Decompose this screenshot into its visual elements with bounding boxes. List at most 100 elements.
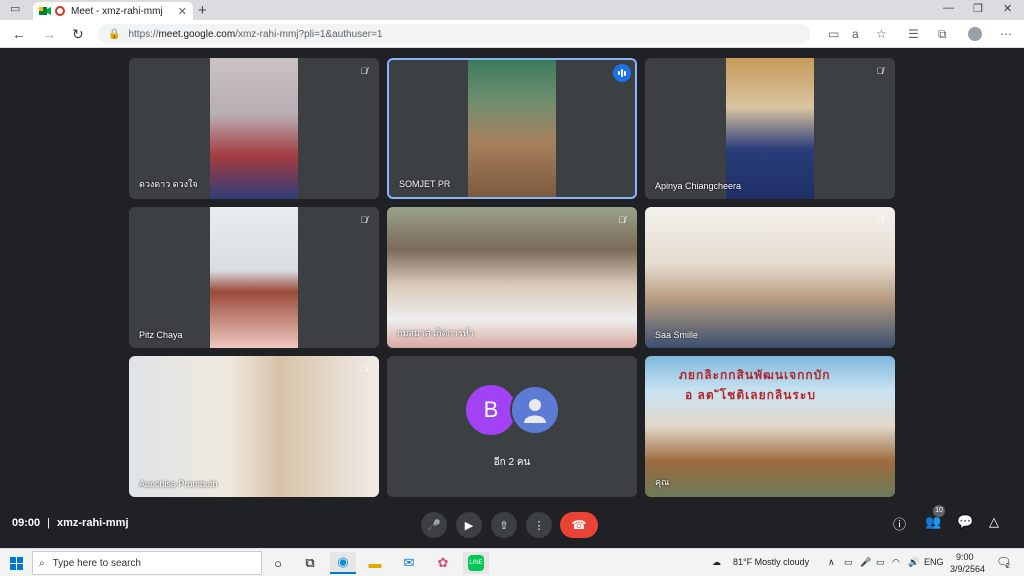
- collections-icon[interactable]: ⧉: [938, 27, 947, 42]
- meeting-details-icon[interactable]: ⓘ: [893, 514, 906, 533]
- close-tab-icon[interactable]: ✕: [178, 5, 187, 18]
- participant-name: คุณ: [655, 477, 670, 487]
- meet-tray-icon[interactable]: ▭: [844, 557, 853, 568]
- lock-icon: 🔒: [108, 28, 121, 40]
- file-explorer-icon[interactable]: ▬: [362, 552, 388, 574]
- browser-titlebar: ▭ Meet - xmz-rahi-mmj ✕ + — ❐ ✕: [0, 0, 1024, 20]
- meeting-clock: 09:00 | xmz-rahi-mmj: [12, 517, 129, 529]
- participant-tile[interactable]: 🎙̸ Pitz Chaya: [129, 207, 379, 348]
- more-options-button[interactable]: ⋮: [526, 512, 552, 538]
- activities-icon[interactable]: △: [989, 514, 999, 530]
- taskbar-date[interactable]: 3/9/2564: [950, 564, 985, 574]
- volume-icon[interactable]: 🔊: [908, 557, 919, 568]
- participant-name: SOMJET PR: [399, 179, 451, 189]
- weather-text[interactable]: 81°F Mostly cloudy: [733, 557, 809, 567]
- weather-icon: ☁: [712, 557, 721, 567]
- reload-icon[interactable]: ↻: [72, 26, 84, 43]
- chat-icon[interactable]: 💬: [957, 514, 973, 530]
- participant-count-badge: 10: [933, 505, 945, 517]
- taskbar-time[interactable]: 9:00: [956, 552, 974, 562]
- default-avatar-icon: [510, 385, 560, 435]
- show-hidden-icons[interactable]: ∧: [828, 557, 835, 568]
- meeting-code: xmz-rahi-mmj: [57, 517, 129, 529]
- self-tile[interactable]: ภยกลิะกกสินพัฒนเจกกบัก อ ลต ัโชติเลยกลิน…: [645, 356, 895, 497]
- notification-count: 2: [1006, 563, 1010, 570]
- tab-title: Meet - xmz-rahi-mmj: [71, 5, 163, 17]
- back-icon[interactable]: ←: [12, 26, 26, 42]
- participant-video: [129, 356, 379, 497]
- muted-mic-icon: 🎙̸: [360, 66, 368, 76]
- camera-button[interactable]: ▶: [456, 512, 482, 538]
- tab-actions-icon[interactable]: ▭: [10, 2, 20, 15]
- avatar: B: [466, 385, 516, 435]
- windows-start-icon[interactable]: [3, 552, 29, 574]
- taskbar-search-box[interactable]: ⌕ Type here to search: [32, 551, 262, 575]
- speaking-indicator-icon: [613, 64, 631, 82]
- meet-grid: 🎙̸ ดวงดาว ดวงใจ SOMJET PR 🎙̸ Apinya Chia…: [0, 48, 1024, 548]
- task-view-icon[interactable]: ⧉: [297, 552, 323, 574]
- meet-favicon-icon: [39, 6, 51, 16]
- forward-icon[interactable]: →: [42, 26, 56, 42]
- browser-toolbar: ← → ↻ 🔒 https://meet.google.com/xmz-rahi…: [0, 20, 1024, 48]
- more-menu-icon[interactable]: ⋯: [1000, 27, 1012, 41]
- address-bar[interactable]: 🔒 https://meet.google.com/xmz-rahi-mmj?p…: [98, 24, 810, 44]
- profile-avatar[interactable]: [968, 27, 982, 41]
- more-vert-icon: ⋮: [533, 519, 545, 532]
- participant-name: กมลมาศ เกิดการทำ: [397, 328, 474, 338]
- close-window-icon[interactable]: ✕: [1003, 2, 1012, 15]
- url-host: meet.google.com: [158, 28, 236, 40]
- maximize-icon[interactable]: ❐: [973, 2, 983, 15]
- leave-call-button[interactable]: ☎: [560, 512, 598, 538]
- background-banner-text: ภยกลิะกกสินพัฒนเจกกบัก: [679, 368, 831, 382]
- participant-name: Apinya Chiangcheera: [655, 181, 742, 191]
- others-count-label: อีก 2 คน: [493, 457, 531, 468]
- participant-tile-active[interactable]: SOMJET PR: [387, 58, 637, 199]
- present-button[interactable]: ⇧: [491, 512, 517, 538]
- participant-video: [210, 207, 298, 348]
- new-tab-icon[interactable]: +: [198, 2, 207, 19]
- muted-mic-icon: 🎙̸: [360, 364, 368, 374]
- edge-icon[interactable]: ◉: [330, 552, 356, 574]
- favorites-icon[interactable]: ☰: [908, 27, 919, 41]
- participant-video: [210, 58, 298, 199]
- recording-icon: [55, 6, 65, 16]
- minimize-icon[interactable]: —: [943, 2, 954, 14]
- muted-mic-icon: 🎙̸: [360, 215, 368, 225]
- microphone-button[interactable]: 🎤: [421, 512, 447, 538]
- muted-mic-icon: 🎙̸: [876, 215, 884, 225]
- browser-tab[interactable]: Meet - xmz-rahi-mmj ✕: [33, 2, 193, 20]
- mic-icon: 🎤: [427, 519, 441, 532]
- participant-video: [468, 60, 556, 197]
- meet-controls-bar: 09:00 | xmz-rahi-mmj 🎤 ▶ ⇧ ⋮ ☎ ⓘ 👥 10 💬 △: [0, 500, 1024, 548]
- participant-video: [645, 207, 895, 348]
- participant-name: Aunchisa Prombuth: [139, 479, 218, 489]
- paint-icon[interactable]: ✿: [430, 552, 456, 574]
- participant-tile[interactable]: 🎙̸ Saa Smille: [645, 207, 895, 348]
- present-screen-icon: ⇧: [499, 519, 509, 532]
- participant-name: ดวงดาว ดวงใจ: [139, 179, 198, 189]
- battery-icon[interactable]: ▭: [876, 557, 885, 568]
- translate-icon[interactable]: a: [852, 27, 859, 41]
- participant-video: [726, 58, 814, 199]
- mail-icon[interactable]: ✉: [396, 552, 422, 574]
- url-prefix: https://: [128, 28, 159, 40]
- windows-taskbar: ⌕ Type here to search ○ ⧉ ◉ ▬ ✉ ✿ LINE ☁…: [0, 548, 1024, 576]
- camera-icon: ▶: [464, 519, 474, 532]
- participant-name: Pitz Chaya: [139, 330, 183, 340]
- background-banner-text: อ ลต ัโชติเลยกลินระบ: [685, 388, 816, 402]
- participant-tile[interactable]: 🎙̸ Aunchisa Prombuth: [129, 356, 379, 497]
- wifi-icon[interactable]: ◠: [892, 557, 900, 568]
- participant-tile[interactable]: 🎙̸ ดวงดาว ดวงใจ: [129, 58, 379, 199]
- participant-name: Saa Smille: [655, 330, 699, 340]
- input-language[interactable]: ENG: [924, 557, 944, 567]
- others-tile[interactable]: B อีก 2 คน: [387, 356, 637, 497]
- participant-tile[interactable]: 🎙̸ Apinya Chiangcheera: [645, 58, 895, 199]
- search-icon: ⌕: [39, 557, 45, 569]
- favorite-star-icon[interactable]: ☆: [876, 27, 887, 41]
- mic-tray-icon[interactable]: 🎤: [860, 557, 871, 568]
- camera-in-use-icon[interactable]: ▭: [828, 27, 839, 41]
- line-app-icon[interactable]: LINE: [463, 552, 489, 574]
- participant-tile[interactable]: 🎙̸ กมลมาศ เกิดการทำ: [387, 207, 637, 348]
- cortana-icon[interactable]: ○: [265, 552, 291, 574]
- muted-mic-icon: 🎙̸: [618, 215, 626, 225]
